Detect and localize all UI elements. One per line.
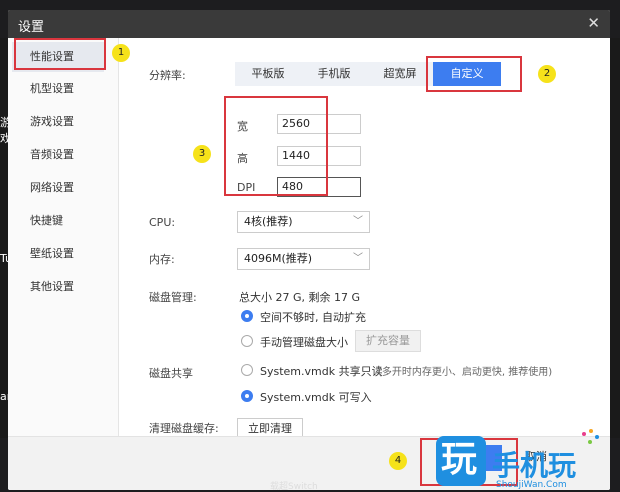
share-writable-radio[interactable] [241, 390, 253, 402]
title-bar: 设置 ✕ [8, 10, 610, 38]
chevron-down-icon: ﹀ [353, 216, 363, 227]
width-label: 宽 [237, 120, 248, 133]
annotation-badge-2: 2 [538, 65, 556, 83]
annotation-badge-4: 4 [389, 452, 407, 470]
cpu-select-value: 4核(推荐) [244, 215, 293, 228]
dpi-input[interactable]: 480 [277, 177, 361, 197]
resolution-option-tablet[interactable]: 平板版 [235, 62, 301, 86]
settings-dialog: 设置 ✕ 性能设置 机型设置 游戏设置 音频设置 网络设置 快捷键 壁纸设置 其… [8, 10, 610, 490]
cpu-select[interactable]: 4核(推荐) ﹀ [237, 211, 370, 233]
watermark-brand: 手机玩 [492, 449, 577, 482]
sidebar-item-other[interactable]: 其他设置 [12, 272, 104, 302]
height-input[interactable]: 1440 [277, 146, 361, 166]
watermark-logo: 玩 [436, 436, 486, 486]
disk-label: 磁盘管理: [149, 291, 197, 304]
sidebar-item-shortcuts[interactable]: 快捷键 [12, 206, 104, 236]
annotation-badge-3: 3 [193, 145, 211, 163]
share-readonly-hint: (多开时内存更小、启动更快, 推荐使用) [378, 367, 553, 378]
disk-auto-radio[interactable] [241, 310, 253, 322]
memory-label: 内存: [149, 253, 175, 266]
clear-cache-label: 清理磁盘缓存: [149, 422, 219, 435]
share-writable-label: System.vmdk 可写入 [260, 391, 372, 404]
resolution-label: 分辨率: [149, 69, 186, 82]
close-icon[interactable]: ✕ [587, 14, 600, 32]
cpu-label: CPU: [149, 216, 176, 229]
resolution-option-custom[interactable]: 自定义 [433, 62, 501, 86]
chevron-down-icon: ﹀ [353, 253, 363, 264]
expand-capacity-button[interactable]: 扩充容量 [355, 330, 421, 352]
settings-sidebar: 性能设置 机型设置 游戏设置 音频设置 网络设置 快捷键 壁纸设置 其他设置 [8, 38, 119, 436]
sidebar-item-device[interactable]: 机型设置 [12, 74, 104, 104]
disk-summary: 总大小 27 G, 剩余 17 G [239, 291, 361, 304]
disk-auto-label: 空间不够时, 自动扩充 [260, 311, 366, 324]
sidebar-item-performance[interactable]: 性能设置 [12, 42, 104, 72]
disk-manual-radio[interactable] [241, 335, 253, 347]
dialog-title: 设置 [18, 20, 45, 35]
watermark-url: ShoujiWan.Com [496, 480, 567, 490]
watermark-dots-icon [580, 428, 602, 448]
width-input[interactable]: 2560 [277, 114, 361, 134]
disk-share-label: 磁盘共享 [149, 367, 193, 380]
sidebar-item-network[interactable]: 网络设置 [12, 173, 104, 203]
share-readonly-radio[interactable] [241, 364, 253, 376]
memory-select-value: 4096M(推荐) [244, 252, 313, 265]
disk-manual-label: 手动管理磁盘大小 [260, 336, 348, 349]
share-readonly-label: System.vmdk 共享只读 [260, 365, 383, 378]
annotation-badge-1: 1 [112, 44, 130, 62]
watermark-logo-char: 玩 [441, 439, 478, 480]
sidebar-item-audio[interactable]: 音频设置 [12, 140, 104, 170]
resolution-option-phone[interactable]: 手机版 [301, 62, 367, 86]
resolution-option-ultrawide[interactable]: 超宽屏 [367, 62, 433, 86]
sidebar-item-game[interactable]: 游戏设置 [12, 107, 104, 137]
bottom-strip-text: 载超Switch [270, 482, 318, 492]
height-label: 高 [237, 152, 248, 165]
memory-select[interactable]: 4096M(推荐) ﹀ [237, 248, 370, 270]
settings-content: 分辨率: 平板版 手机版 超宽屏 自定义 宽 2560 高 1440 DPI 4… [119, 38, 610, 440]
dpi-label: DPI [237, 181, 256, 194]
sidebar-item-wallpaper[interactable]: 壁纸设置 [12, 239, 104, 269]
